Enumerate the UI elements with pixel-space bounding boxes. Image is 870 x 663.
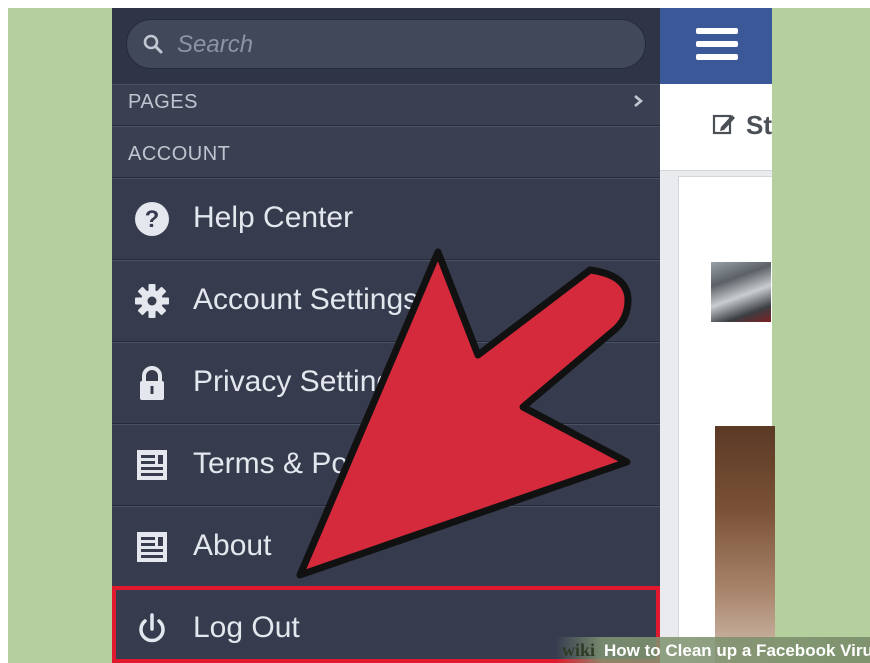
menu-item-help-center[interactable]: ? Help Center bbox=[112, 178, 660, 260]
section-pages-label: PAGES bbox=[128, 91, 198, 113]
menu-item-label: Terms & Policies bbox=[193, 447, 415, 480]
top-bar bbox=[660, 8, 772, 84]
sidebar: PAGES ACCOUNT ? Help Center bbox=[112, 8, 660, 663]
lock-icon bbox=[140, 366, 164, 400]
power-icon bbox=[139, 613, 165, 643]
search-bar bbox=[112, 8, 660, 85]
menu-item-about[interactable]: About bbox=[112, 506, 660, 588]
post-photo[interactable] bbox=[715, 426, 775, 663]
chevron-right-icon bbox=[634, 95, 644, 107]
search-icon bbox=[143, 34, 163, 54]
menu-item-terms-policies[interactable]: Terms & Policies bbox=[112, 424, 660, 506]
search-box[interactable] bbox=[126, 19, 646, 70]
section-account-label: ACCOUNT bbox=[128, 143, 231, 165]
watermark-brand: wiki bbox=[562, 640, 596, 660]
gear-icon bbox=[135, 284, 169, 318]
document-icon bbox=[137, 532, 167, 562]
status-composer-label: St bbox=[746, 110, 772, 140]
search-input[interactable] bbox=[175, 20, 619, 70]
help-icon: ? bbox=[135, 202, 169, 236]
svg-text:?: ? bbox=[145, 206, 160, 233]
menu-item-label: Log Out bbox=[193, 611, 300, 644]
menu-item-account-settings[interactable]: Account Settings bbox=[112, 260, 660, 342]
screenshot-frame: PAGES ACCOUNT ? Help Center bbox=[8, 8, 870, 663]
document-icon bbox=[137, 450, 167, 480]
menu-item-label: Privacy Settings bbox=[193, 365, 409, 398]
edit-icon bbox=[712, 114, 735, 135]
section-account: ACCOUNT bbox=[112, 126, 660, 178]
menu-item-label: Account Settings bbox=[193, 283, 419, 316]
menu-item-privacy-settings[interactable]: Privacy Settings bbox=[112, 342, 660, 424]
section-pages[interactable]: PAGES bbox=[112, 84, 660, 126]
watermark-title: How to Clean up a Facebook Viru bbox=[604, 641, 870, 660]
hamburger-menu-icon[interactable] bbox=[696, 28, 738, 64]
menu-item-label: About bbox=[193, 529, 272, 562]
menu-item-label: Help Center bbox=[193, 201, 354, 234]
avatar[interactable] bbox=[711, 262, 771, 322]
